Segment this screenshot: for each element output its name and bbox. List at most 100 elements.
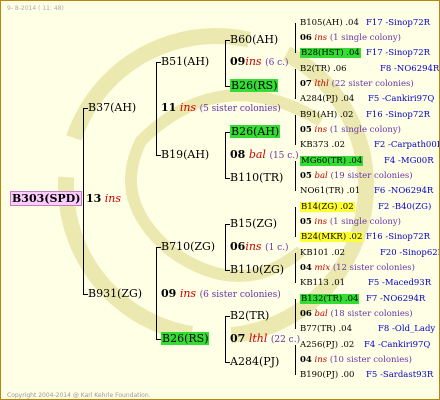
l2b-info: 08 bal (15 c.) <box>230 148 299 163</box>
queen-l3-e[interactable]: B15(ZG) <box>230 217 277 231</box>
queen-l3-b[interactable]: B26(RS) <box>230 79 279 93</box>
leaf-row[interactable]: KB113 .01 F5 -Maced93R <box>300 277 431 289</box>
l2a-info: 09ins (6 c.) <box>230 55 289 70</box>
l3d-name: B110(TR) <box>230 171 284 184</box>
leaf-row[interactable]: B190(PJ) .00 F5 -Sardast93R <box>300 369 433 381</box>
l2b-ins: bal <box>248 148 266 161</box>
leaf-link[interactable]: F6 -NO6294R <box>374 185 433 197</box>
copyright: Copyright 2004-2014 @ Karl Kehrle Founda… <box>7 392 151 399</box>
leaf-row[interactable]: B105(AH) .04 F17 -Sinop72R <box>300 17 430 29</box>
l1a-sisters: (5 sister colonies) <box>199 104 281 114</box>
queen-root-count: 13 <box>85 192 102 205</box>
queen-l2c[interactable]: B710(ZG) <box>161 240 215 254</box>
l3a-name: B60(AH) <box>230 33 279 46</box>
leaf-link[interactable]: F8 -NO6294R <box>380 63 439 75</box>
queen-l3-d[interactable]: B110(TR) <box>230 171 283 185</box>
leaf-queen: B28(HST) .04 <box>300 48 361 58</box>
leaf-ins: ins <box>314 217 328 227</box>
leaf-link[interactable]: F4 -Cankiri97Q <box>364 339 430 351</box>
queen-l3-f[interactable]: B110(ZG) <box>230 263 284 277</box>
leaf-ins: lthl <box>314 79 329 89</box>
leaf-link[interactable]: F2 -B40(ZG) <box>378 201 431 213</box>
leaf-link[interactable]: F7 -NO6294R <box>366 293 425 305</box>
queen-l3-h[interactable]: A284(PJ) <box>230 355 279 369</box>
leaf-link[interactable]: F8 -Old_Lady <box>378 323 435 335</box>
l3f-name: B110(ZG) <box>230 263 285 276</box>
leaf-row[interactable]: KB101 .02 F20 -Sinop62R <box>300 247 439 259</box>
l1b-info: 09 ins (6 sister colonies) <box>161 287 281 302</box>
queen-l1b[interactable]: B931(ZG) <box>88 287 142 301</box>
l2c-sisters: (1 c.) <box>265 243 289 253</box>
leaf-row[interactable]: B91(AH) .02 F16 -Sinop72R <box>300 109 430 121</box>
leaf-queen: KB113 .01 <box>300 278 346 288</box>
leaf-link[interactable]: F5 -Cankiri97Q <box>368 93 434 105</box>
leaf-row[interactable]: 07 lthl (22 sister colonies) <box>300 78 414 90</box>
leaf-queen: MG60(TR) .04 <box>300 156 364 166</box>
leaf-ins: bal <box>314 171 328 181</box>
leaf-link[interactable]: F16 -Sinop72R <box>366 231 430 243</box>
leaf-ins: ins <box>314 355 328 365</box>
leaf-row[interactable]: 04 mix (12 sister colonies) <box>300 262 415 274</box>
leaf-row[interactable]: B2(TR) .06 F8 -NO6294R <box>300 63 439 75</box>
queen-l2d[interactable]: B26(RS) <box>161 332 210 346</box>
leaf-link[interactable]: F5 -Sardast93R <box>366 369 433 381</box>
l1a-ins: ins <box>179 101 197 114</box>
l2d-sisters: (22 c.) <box>270 335 301 345</box>
queen-l2a[interactable]: B51(AH) <box>161 55 209 69</box>
leaf-row[interactable]: 06 bal (18 sister colonies) <box>300 308 413 320</box>
leaf-row[interactable]: 05 ins (1 single colony) <box>300 216 401 228</box>
leaf-row[interactable]: A256(PJ) .02 F4 -Cankiri97Q <box>300 339 430 351</box>
leaf-count: 05 <box>300 217 312 227</box>
leaf-link[interactable]: F4 -MG00R <box>384 155 434 167</box>
leaf-sisters: (22 sister colonies) <box>331 79 414 89</box>
queen-root[interactable]: B303(SPD) 13 ins <box>10 191 121 206</box>
queen-l1a[interactable]: B37(AH) <box>88 101 136 115</box>
leaf-ins: ins <box>314 33 328 43</box>
leaf-row[interactable]: MG60(TR) .04 F4 -MG00R <box>300 155 434 167</box>
leaf-ins: ins <box>314 125 328 135</box>
leaf-link[interactable]: F17 -Sinop72R <box>366 47 430 59</box>
leaf-row[interactable]: B28(HST) .04 F17 -Sinop72R <box>300 47 430 59</box>
leaf-row[interactable]: NO61(TR) .01 F6 -NO6294R <box>300 185 433 197</box>
l3g-name: B2(TR) <box>230 309 270 322</box>
queen-l3-c[interactable]: B26(AH) <box>230 125 281 139</box>
leaf-queen: KB101 .02 <box>300 248 346 258</box>
leaf-row[interactable]: B132(TR) .04 F7 -NO6294R <box>300 293 425 305</box>
leaf-link[interactable]: F20 -Sinop62R <box>380 247 439 259</box>
queen-l3-g[interactable]: B2(TR) <box>230 309 269 323</box>
leaf-queen: B132(TR) .04 <box>300 294 360 304</box>
l1a-count: 11 <box>161 101 177 114</box>
leaf-sisters: (1 single colony) <box>329 217 401 227</box>
leaf-row[interactable]: B77(TR) .04 F8 -Old_Lady <box>300 323 435 335</box>
leaf-row[interactable]: KB373 .02 F2 -Carpath00R <box>300 139 439 151</box>
leaf-link[interactable]: F16 -Sinop72R <box>366 109 430 121</box>
leaf-count: 07 <box>300 79 312 89</box>
leaf-count: 06 <box>300 309 312 319</box>
leaf-queen: B2(TR) .06 <box>300 64 347 74</box>
l2d-count: 07 <box>230 332 246 345</box>
leaf-link[interactable]: F17 -Sinop72R <box>366 17 430 29</box>
leaf-count: 05 <box>300 125 312 135</box>
leaf-queen: KB373 .02 <box>300 140 346 150</box>
l1b-count: 09 <box>161 287 177 300</box>
leaf-row[interactable]: B14(ZG) .02 F2 -B40(ZG) <box>300 201 431 213</box>
leaf-sisters: (1 single colony) <box>329 33 401 43</box>
queen-root-ins: ins <box>104 192 121 205</box>
l2c-ins: ins <box>245 240 262 253</box>
leaf-row[interactable]: B24(MKR) .02 F16 -Sinop72R <box>300 231 430 243</box>
leaf-queen: B24(MKR) .02 <box>300 232 364 242</box>
leaf-row[interactable]: 04 ins (10 sister colonies) <box>300 354 412 366</box>
leaf-queen: A256(PJ) .02 <box>300 340 355 350</box>
leaf-ins: mix <box>314 263 331 273</box>
leaf-link[interactable]: F2 -Carpath00R <box>374 139 439 151</box>
queen-l2b[interactable]: B19(AH) <box>161 148 209 162</box>
leaf-queen: B105(AH) .04 <box>300 18 359 28</box>
leaf-row[interactable]: 05 bal (19 sister colonies) <box>300 170 413 182</box>
leaf-link[interactable]: F5 -Maced93R <box>368 277 431 289</box>
leaf-row[interactable]: 05 ins (1 single colony) <box>300 124 401 136</box>
leaf-row[interactable]: A284(PJ) .04 F5 -Cankiri97Q <box>300 93 434 105</box>
timestamp: 9- 8-2014 ( 11: 48) <box>7 5 64 12</box>
leaf-sisters: (18 sister colonies) <box>330 309 413 319</box>
queen-l3-a[interactable]: B60(AH) <box>230 33 278 47</box>
leaf-row[interactable]: 06 ins (1 single colony) <box>300 32 401 44</box>
